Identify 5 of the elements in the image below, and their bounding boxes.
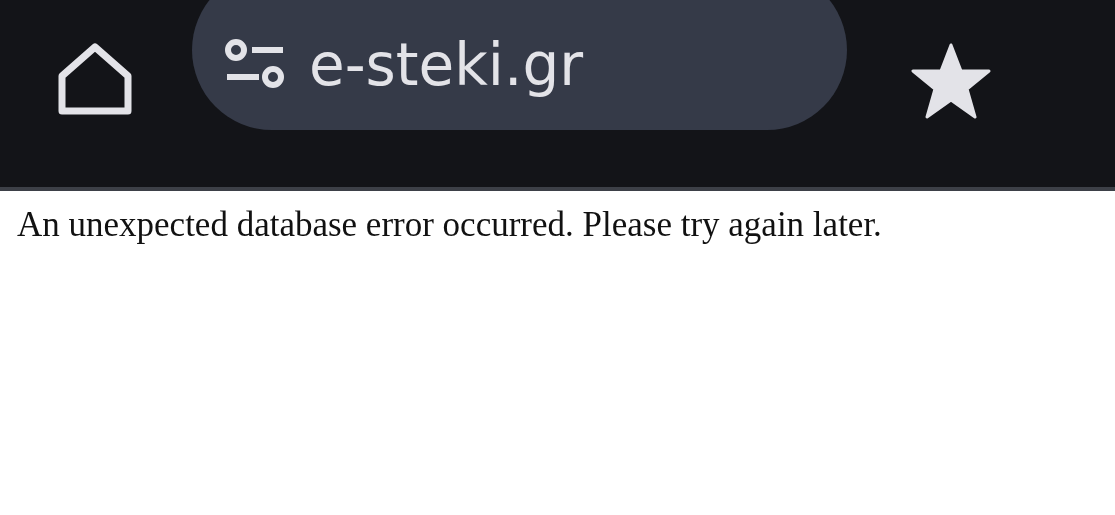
star-icon[interactable] (911, 43, 991, 119)
tune-icon (225, 39, 285, 91)
home-icon[interactable] (58, 43, 132, 117)
error-message: An unexpected database error occurred. Please try again later. (16, 204, 883, 246)
address-bar[interactable]: e-steki.gr (192, 0, 847, 130)
